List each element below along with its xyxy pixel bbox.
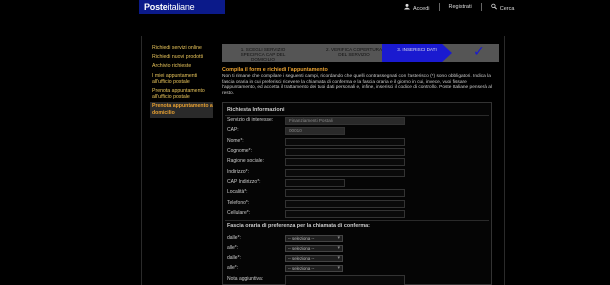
- sidebar-item-richiedi-prodotti[interactable]: Richiedi nuovi prodotti: [150, 53, 213, 62]
- cap-indirizzo-label: CAP Indirizzo*:: [227, 179, 261, 185]
- cellulare-input[interactable]: [285, 210, 405, 218]
- alle-label: alle*:: [227, 245, 239, 251]
- service-field: Finanziamenti Postali: [285, 117, 405, 125]
- search-link[interactable]: Cerca: [491, 3, 515, 12]
- localita-label: Località*:: [227, 189, 248, 195]
- dalle-label: dalle*:: [227, 235, 241, 241]
- user-icon: [404, 3, 410, 9]
- checkmark-icon: ✓: [473, 44, 485, 60]
- ragione-sociale-label: Ragione sociale:: [227, 158, 264, 164]
- cap-label: CAP:: [227, 127, 239, 133]
- divider: [225, 115, 489, 116]
- sidebar-item-prenota-ufficio[interactable]: Prenota appuntamento all'ufficio postale: [150, 87, 213, 102]
- telefono-label: Telefono*:: [227, 200, 250, 206]
- login-link[interactable]: Accedi: [404, 3, 430, 12]
- call-time-section-title: Fascia oraria di preferenza per la chiam…: [227, 223, 370, 229]
- progress-stepper: 1. SCEGLI SERVIZIO SPECIFICA CAP DEL DOM…: [222, 44, 499, 62]
- logo-bold-text: Poste: [144, 2, 168, 12]
- notes-label: Nota aggiuntiva:: [227, 276, 264, 282]
- localita-input[interactable]: [285, 189, 405, 197]
- notes-textarea[interactable]: [285, 275, 405, 285]
- step-2: 2. VERIFICA COPERTURA DEL SERVIZIO: [325, 47, 383, 57]
- cap-field: 00010: [285, 127, 345, 135]
- ragione-sociale-input[interactable]: [285, 158, 405, 166]
- intro-title: Compila il form e richiedi l'appuntament…: [222, 67, 328, 73]
- intro-text: Non ti rimane che compilare i seguenti c…: [222, 74, 492, 97]
- sidebar-item-miei-appuntamenti[interactable]: I miei appuntamenti all'ufficio postale: [150, 72, 213, 87]
- poste-italiane-logo[interactable]: Posteitaliane: [139, 0, 225, 14]
- telefono-input[interactable]: [285, 200, 405, 208]
- dalle-select-2[interactable]: -- seleziona --: [285, 255, 343, 262]
- logo-light-text: italiane: [167, 2, 195, 12]
- step-3-active: 3. INSERISCI DATI: [382, 44, 452, 62]
- indirizzo-input[interactable]: [285, 169, 405, 177]
- sidebar-item-richiedi-servizi[interactable]: Richiedi servizi online: [150, 44, 213, 53]
- form-title: Richiesta Informazioni: [227, 107, 285, 113]
- nav-divider: [480, 3, 482, 11]
- top-nav: Accedi Registrati Cerca: [404, 2, 514, 12]
- nome-label: Nome*:: [227, 138, 244, 144]
- dalle-select[interactable]: -- seleziona --: [285, 235, 343, 242]
- sidebar-item-prenota-domicilio[interactable]: Prenota appuntamento a domicilio: [150, 102, 213, 118]
- sidebar-item-archivio-richieste[interactable]: Archivio richieste: [150, 62, 213, 71]
- nome-input[interactable]: [285, 138, 405, 146]
- alle-select-2[interactable]: -- seleziona --: [285, 265, 343, 272]
- cognome-input[interactable]: [285, 148, 405, 156]
- top-bar: Posteitaliane Accedi Registrati Cerca: [0, 0, 610, 14]
- alle-label-2: alle*:: [227, 265, 239, 271]
- dalle-label-2: dalle*:: [227, 255, 241, 261]
- divider: [225, 220, 489, 221]
- indirizzo-label: Indirizzo*:: [227, 169, 249, 175]
- service-label: Servizio di interesse:: [227, 117, 274, 123]
- search-label: Cerca: [499, 5, 515, 12]
- step-1: 1. SCEGLI SERVIZIO SPECIFICA CAP DEL DOM…: [240, 47, 286, 62]
- alle-select[interactable]: -- seleziona --: [285, 245, 343, 252]
- cap-indirizzo-input[interactable]: [285, 179, 345, 187]
- sidebar: Richiedi servizi online Richiedi nuovi p…: [150, 44, 213, 118]
- register-link[interactable]: Registrati: [449, 4, 472, 10]
- login-label: Accedi: [413, 5, 430, 12]
- cellulare-label: Cellulare*:: [227, 210, 251, 216]
- nav-divider: [438, 3, 440, 11]
- cognome-label: Cognome*:: [227, 148, 253, 154]
- search-icon: [491, 3, 497, 9]
